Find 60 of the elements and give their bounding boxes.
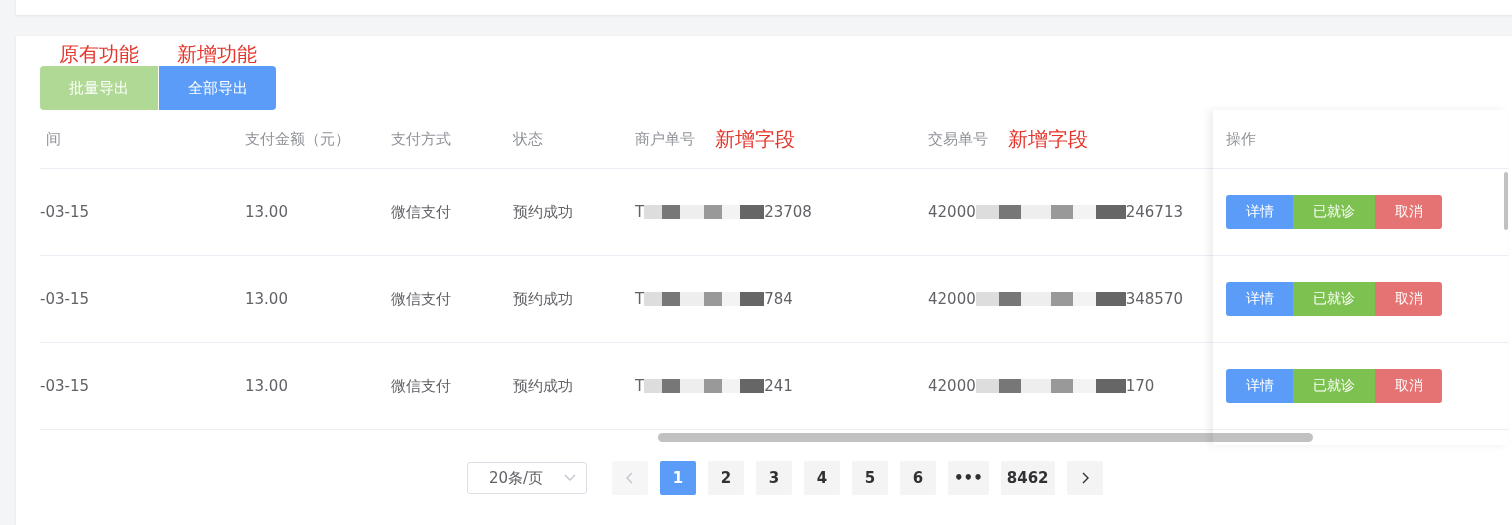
table-cell: 预约成功 xyxy=(513,202,573,222)
table-cell: 13.00 xyxy=(245,203,288,221)
page-button[interactable]: ••• xyxy=(948,461,989,495)
column-header: 支付方式 xyxy=(391,129,451,149)
action-button[interactable]: 取消 xyxy=(1375,369,1442,403)
action-button[interactable]: 详情 xyxy=(1226,282,1293,316)
action-button[interactable]: 详情 xyxy=(1226,195,1293,229)
action-button[interactable]: 已就诊 xyxy=(1293,282,1375,316)
column-header: 间 xyxy=(45,129,61,149)
column-header: 商户单号 xyxy=(635,129,695,149)
table-cell: 42000 xyxy=(928,290,976,308)
page-button[interactable]: 8462 xyxy=(1000,461,1055,495)
table-cell: 13.00 xyxy=(245,377,288,395)
table-cell: 微信支付 xyxy=(391,202,451,222)
page-button[interactable]: 2 xyxy=(708,461,744,495)
page-button[interactable]: 4 xyxy=(804,461,840,495)
table-cell: 42000 xyxy=(928,377,976,395)
table-cell: -03-15 xyxy=(40,377,89,395)
page-button[interactable]: 3 xyxy=(756,461,792,495)
table-cell: -03-15 xyxy=(40,203,89,221)
table-cell: 微信支付 xyxy=(391,289,451,309)
action-button[interactable]: 已就诊 xyxy=(1293,195,1375,229)
export-button[interactable]: 全部导出 xyxy=(158,66,276,110)
column-header: 交易单号 xyxy=(928,129,988,149)
chevron-left-icon xyxy=(626,472,634,484)
column-header: 支付金额（元） xyxy=(245,129,350,149)
table-cell: 170 xyxy=(1125,377,1155,395)
table-cell: T xyxy=(635,203,645,221)
table-cell: 241 xyxy=(764,377,793,395)
horizontal-scrollbar[interactable] xyxy=(658,433,1313,442)
column-header: 状态 xyxy=(513,129,543,149)
table-cell: 246713 xyxy=(1125,203,1183,221)
table-cell: 13.00 xyxy=(245,290,288,308)
chevron-down-icon xyxy=(564,474,576,482)
table-cell: 预约成功 xyxy=(513,376,573,396)
page-size-select[interactable]: 20条/页 xyxy=(467,462,587,494)
table-cell: 23708 xyxy=(764,203,812,221)
table-cell: T xyxy=(635,377,645,395)
table-cell: 预约成功 xyxy=(513,289,573,309)
table-cell: -03-15 xyxy=(40,290,89,308)
action-button[interactable]: 取消 xyxy=(1375,195,1442,229)
table-cell: 784 xyxy=(764,290,793,308)
page-button[interactable]: 1 xyxy=(660,461,696,495)
vertical-scrollbar[interactable] xyxy=(1504,172,1508,230)
page-button[interactable]: 6 xyxy=(900,461,936,495)
table-cell: 348570 xyxy=(1125,290,1183,308)
annotation-label: 原有功能 xyxy=(59,42,139,66)
table-cell: 42000 xyxy=(928,203,976,221)
table-cell: T xyxy=(635,290,645,308)
action-button[interactable]: 取消 xyxy=(1375,282,1442,316)
annotation-label: 新增功能 xyxy=(177,42,257,66)
annotation-label: 新增字段 xyxy=(715,127,795,151)
page-button[interactable]: 5 xyxy=(852,461,888,495)
chevron-right-icon xyxy=(1080,472,1089,484)
action-button[interactable]: 详情 xyxy=(1226,369,1293,403)
column-header: 操作 xyxy=(1226,129,1256,149)
action-button[interactable]: 已就诊 xyxy=(1293,369,1375,403)
next-page-button[interactable] xyxy=(1066,461,1103,495)
table-cell: 微信支付 xyxy=(391,376,451,396)
annotation-label: 新增字段 xyxy=(1008,127,1088,151)
